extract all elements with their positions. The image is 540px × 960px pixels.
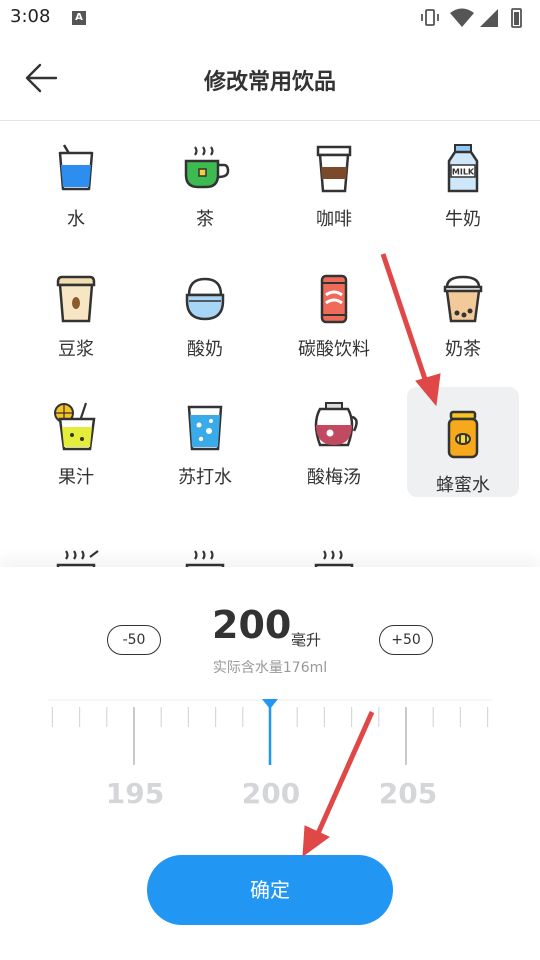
ruler-pointer-icon [262,699,278,709]
drink-label: 酸奶 [187,339,223,360]
status-bar: 3:08 A [0,0,540,36]
water-cup-icon [58,144,94,191]
drink-item-yogurt[interactable]: 酸奶 [149,251,261,361]
ruler-ticks [48,699,492,765]
drink-item-coffee[interactable]: 咖啡 [278,121,390,231]
wifi-icon [450,8,474,27]
plus-50-button[interactable]: +50 [379,625,433,655]
drink-label: 酸梅汤 [307,467,361,488]
soy-milk-cup-icon [56,275,96,323]
status-icons [421,8,522,28]
tea-cup-icon [184,146,230,189]
drink-label: 苏打水 [178,467,232,488]
drink-label: 奶茶 [445,339,481,360]
drink-label: 果汁 [58,467,94,488]
bubble-tea-icon [443,275,483,323]
plum-soup-pot-icon [314,402,358,447]
amount-value: 200 [212,603,292,647]
juice-glass-icon [54,402,96,451]
soda-can-icon [320,274,348,324]
battery-icon [511,8,522,28]
drink-grid: 水 茶 咖啡 MILK 牛奶 豆浆 酸奶 碳酸饮料 奶茶 果汁 苏打水 酸梅汤 … [0,121,540,583]
soda-water-glass-icon [187,405,223,451]
drink-label: 蜂蜜水 [436,475,490,496]
drink-label: 咖啡 [316,209,352,230]
amount-panel: -50 200 毫升 +50 实际含水量176ml 195 200 205 确定 [0,567,540,960]
drink-item-soy-milk[interactable]: 豆浆 [20,251,132,361]
drink-item-soda[interactable]: 碳酸饮料 [278,251,390,361]
drink-item-milk-tea[interactable]: 奶茶 [407,251,519,361]
status-time: 3:08 [10,6,51,27]
amount-ruler[interactable]: 195 200 205 [48,699,492,819]
drink-label: 碳酸饮料 [298,339,370,360]
drink-item-juice[interactable]: 果汁 [20,379,132,489]
coffee-cup-icon [316,145,352,193]
ruler-label: 205 [378,777,438,810]
amount-unit: 毫升 [291,631,322,649]
actual-water-text: 实际含水量176ml [212,660,328,676]
notification-icon: A [72,11,86,25]
page-title: 修改常用饮品 [203,70,336,95]
minus-50-button[interactable]: -50 [107,625,161,655]
drink-item-milk[interactable]: MILK 牛奶 [407,121,519,231]
drink-label: 豆浆 [58,339,94,360]
drink-label: 茶 [196,209,214,230]
yogurt-cup-icon [185,277,225,321]
header: 修改常用饮品 [0,36,540,121]
ruler-label: 195 [105,777,165,810]
signal-icon [480,9,498,27]
honey-jar-icon [447,410,479,459]
drink-item-tea[interactable]: 茶 [149,121,261,231]
drink-label: 牛奶 [445,209,481,230]
confirm-button[interactable]: 确定 [147,855,393,925]
drink-item-plum-soup[interactable]: 酸梅汤 [278,379,390,489]
drink-item-honey-water[interactable]: 蜂蜜水 [407,387,519,497]
vibrate-icon [421,9,439,26]
svg-text:MILK: MILK [452,168,475,177]
ruler-label: 200 [241,777,301,810]
drink-item-water[interactable]: 水 [20,121,132,231]
milk-bottle-icon: MILK [447,144,479,193]
drink-item-soda-water[interactable]: 苏打水 [149,379,261,489]
drink-label: 水 [67,209,85,230]
